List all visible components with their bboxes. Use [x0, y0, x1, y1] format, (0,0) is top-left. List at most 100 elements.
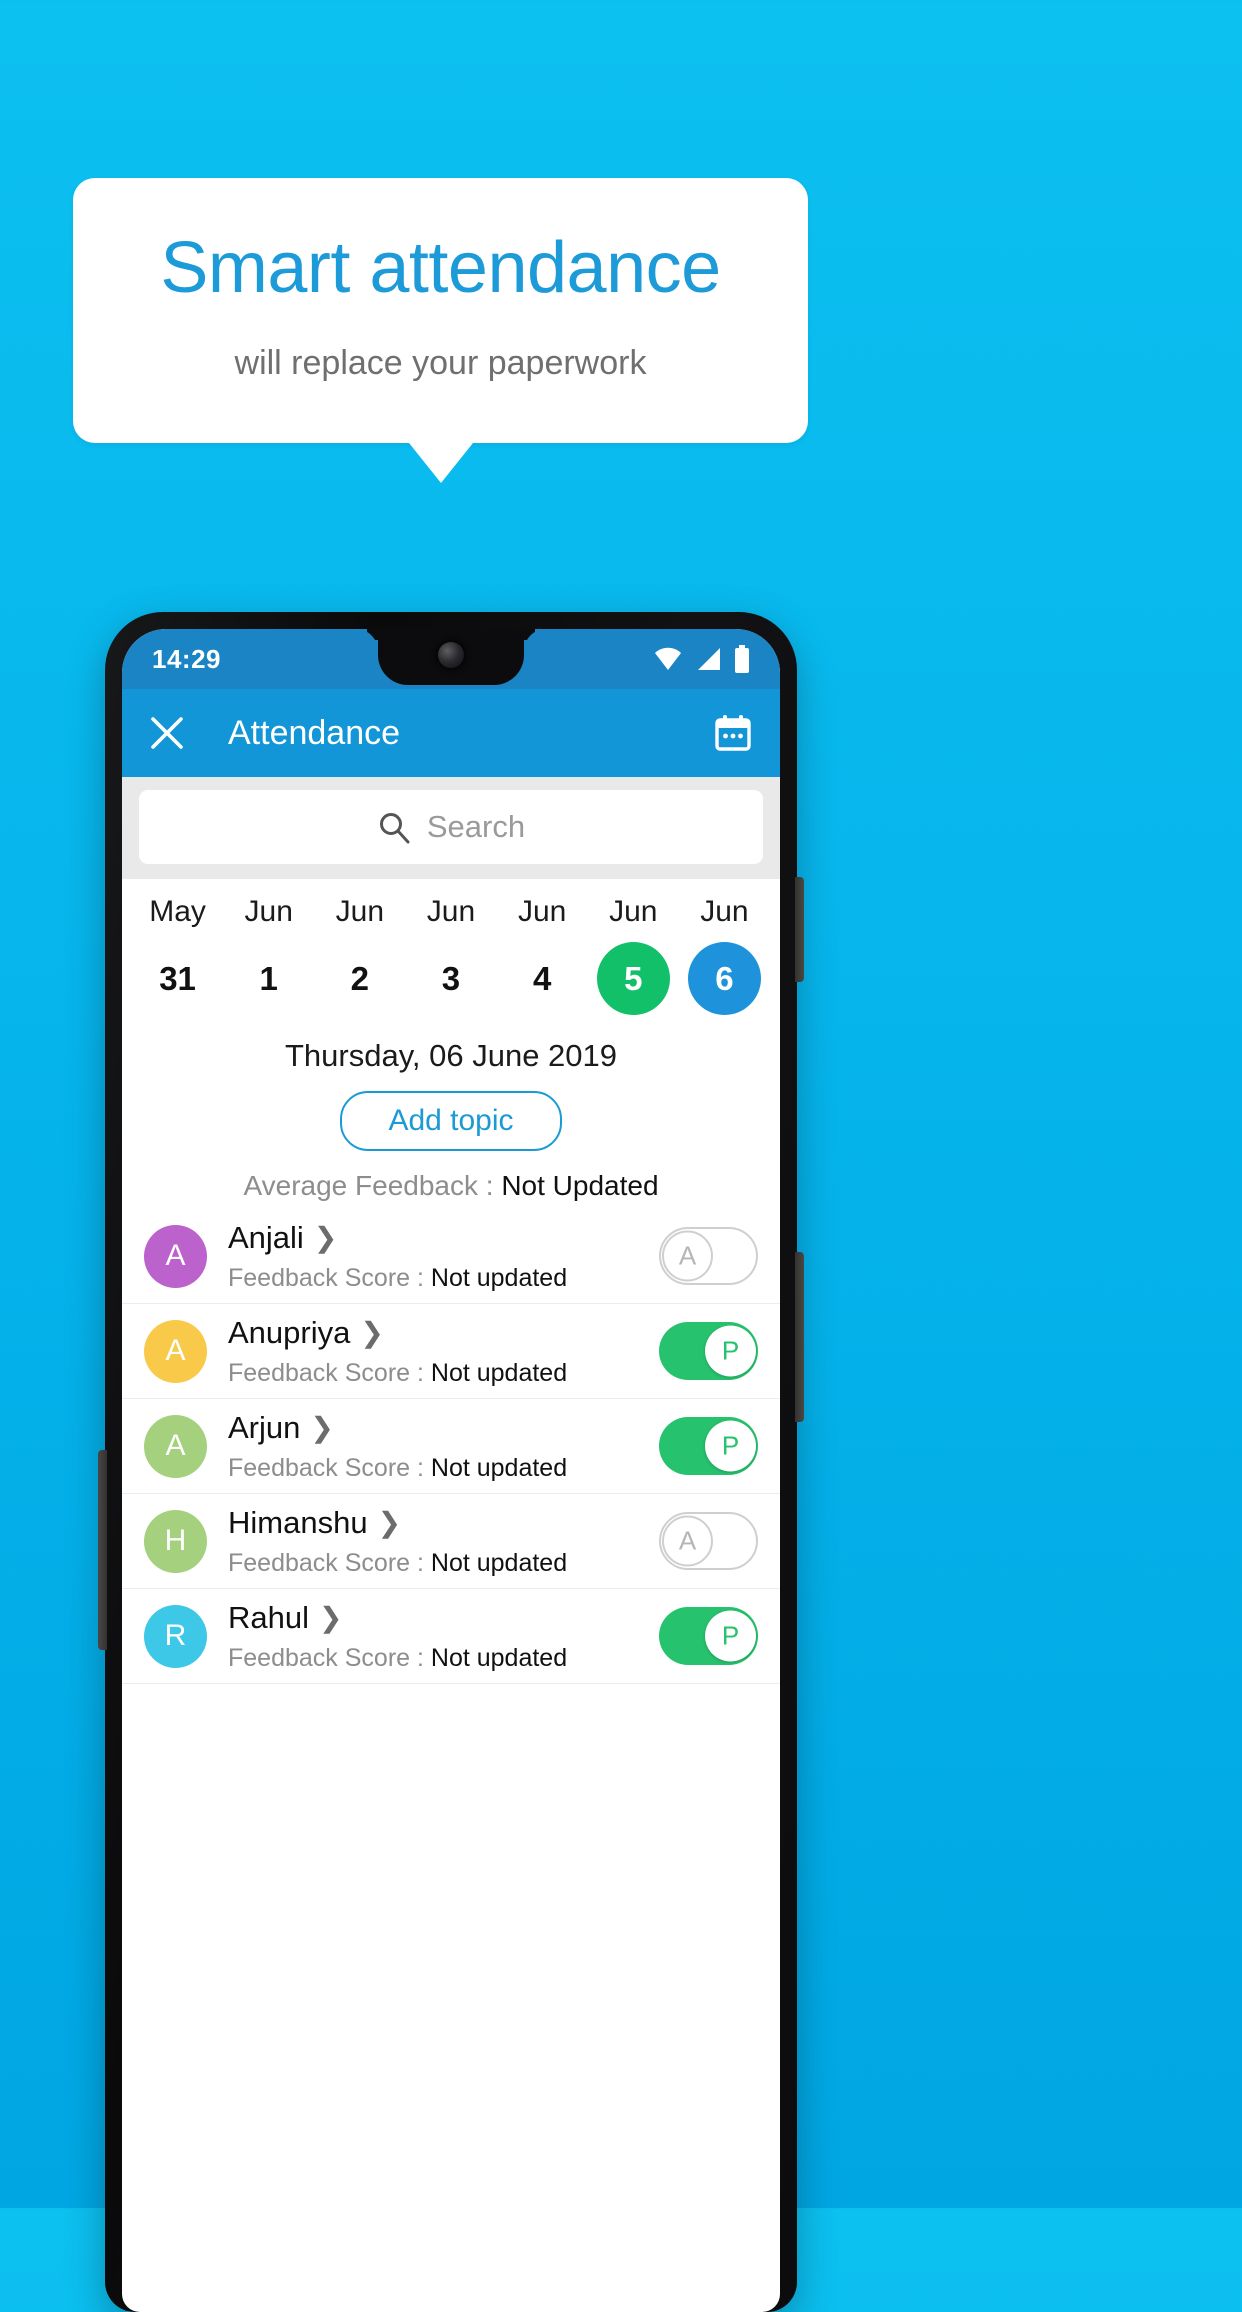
chevron-right-icon[interactable]: ❯: [314, 1223, 337, 1252]
student-name-row[interactable]: Rahul ❯: [228, 1600, 659, 1636]
search-input[interactable]: Search: [139, 790, 763, 864]
avatar: A: [144, 1224, 207, 1288]
battery-icon: [734, 645, 750, 673]
date-month: May: [149, 895, 206, 928]
feedback-value: Not updated: [430, 1453, 568, 1482]
average-feedback-value: Not Updated: [501, 1170, 659, 1201]
date-strip[interactable]: May 31 Jun 1 Jun 2 Jun 3 Jun 4 Jun 5 Jun…: [122, 879, 780, 1019]
close-icon[interactable]: [148, 714, 186, 752]
status-time: 14:29: [152, 643, 221, 674]
camera-notch: [378, 629, 524, 685]
date-month: Jun: [335, 895, 385, 928]
selected-date-label: Thursday, 06 June 2019: [284, 1038, 618, 1073]
status-icons: [653, 645, 750, 673]
chevron-right-icon[interactable]: ❯: [360, 1318, 383, 1347]
promo-title: Smart attendance: [160, 228, 721, 308]
volume-button[interactable]: [795, 1252, 804, 1422]
average-feedback: Average Feedback : Not Updated: [122, 1151, 780, 1209]
feedback-value: Not updated: [430, 1643, 568, 1672]
student-name: Himanshu: [228, 1504, 368, 1540]
status-bar: 14:29: [122, 629, 780, 689]
date-month: Jun: [426, 895, 476, 928]
student-feedback: Feedback Score : Not updated: [228, 1549, 659, 1578]
chevron-right-icon[interactable]: ❯: [310, 1413, 333, 1442]
attendance-toggle[interactable]: P: [659, 1417, 758, 1475]
student-feedback: Feedback Score : Not updated: [228, 1359, 659, 1388]
promo-subtitle: will replace your paperwork: [234, 343, 647, 382]
avatar: A: [144, 1319, 207, 1383]
table-row[interactable]: A Anjali ❯ Feedback Score : Not updated …: [122, 1209, 780, 1304]
table-row[interactable]: H Himanshu ❯ Feedback Score : Not update…: [122, 1494, 780, 1589]
signal-icon: [695, 646, 722, 672]
attendance-toggle-knob: A: [662, 1515, 713, 1567]
student-name-row[interactable]: Anupriya ❯: [228, 1315, 659, 1351]
date-cell-1[interactable]: Jun 1: [223, 895, 314, 1015]
student-name-row[interactable]: Anjali ❯: [228, 1220, 659, 1256]
date-cell-6[interactable]: Jun 6: [679, 895, 770, 1015]
search-icon: [377, 810, 411, 844]
attendance-toggle-knob: P: [705, 1610, 756, 1662]
phone-screen: 14:29 Attendance Search May 31 Jun 1 Jun…: [122, 629, 780, 2312]
student-name: Anupriya: [228, 1314, 351, 1350]
chevron-right-icon[interactable]: ❯: [319, 1603, 342, 1632]
app-bar: Attendance: [122, 689, 780, 777]
date-cell-5[interactable]: Jun 5: [588, 895, 679, 1015]
date-day: 31: [159, 960, 196, 997]
feedback-label: Feedback Score :: [228, 1548, 431, 1577]
date-cell-4[interactable]: Jun 4: [497, 895, 588, 1015]
student-feedback: Feedback Score : Not updated: [228, 1644, 659, 1673]
search-placeholder: Search: [426, 809, 526, 844]
student-info: Rahul ❯ Feedback Score : Not updated: [228, 1600, 659, 1673]
callout-tail: [408, 442, 473, 483]
date-cell-2[interactable]: Jun 2: [314, 895, 405, 1015]
attendance-toggle[interactable]: P: [659, 1322, 758, 1380]
table-row[interactable]: A Anupriya ❯ Feedback Score : Not update…: [122, 1304, 780, 1399]
date-cell-3[interactable]: Jun 3: [405, 895, 496, 1015]
student-list: A Anjali ❯ Feedback Score : Not updated …: [122, 1209, 780, 1684]
date-month: Jun: [244, 895, 293, 928]
student-name-row[interactable]: Arjun ❯: [228, 1410, 659, 1446]
date-day: 4: [532, 960, 552, 997]
student-name-row[interactable]: Himanshu ❯: [228, 1505, 659, 1541]
feedback-value: Not updated: [430, 1358, 568, 1387]
attendance-toggle-knob: P: [705, 1420, 756, 1472]
date-day-today: 5: [596, 942, 670, 1015]
table-row[interactable]: A Arjun ❯ Feedback Score : Not updated P: [122, 1399, 780, 1494]
search-zone: Search: [122, 777, 780, 879]
date-day: 1: [259, 960, 278, 997]
attendance-toggle[interactable]: P: [659, 1607, 758, 1665]
calendar-icon[interactable]: [712, 712, 754, 754]
feedback-label: Feedback Score :: [228, 1263, 431, 1292]
wifi-icon: [653, 646, 683, 672]
front-camera: [438, 642, 464, 668]
attendance-toggle-knob: P: [705, 1325, 756, 1377]
app-bar-title: Attendance: [228, 713, 401, 752]
attendance-toggle[interactable]: A: [659, 1512, 758, 1570]
chevron-right-icon[interactable]: ❯: [378, 1508, 401, 1537]
attendance-toggle[interactable]: A: [659, 1227, 758, 1285]
date-day: 3: [441, 960, 461, 997]
feedback-value: Not updated: [430, 1263, 568, 1292]
student-info: Himanshu ❯ Feedback Score : Not updated: [228, 1505, 659, 1578]
date-cell-0[interactable]: May 31: [132, 895, 223, 1015]
side-button-left[interactable]: [98, 1450, 107, 1650]
add-topic-button[interactable]: Add topic: [340, 1091, 562, 1151]
power-button[interactable]: [795, 877, 804, 982]
date-day-selected: 6: [687, 942, 761, 1015]
feedback-label: Feedback Score :: [228, 1643, 431, 1672]
promo-callout: Smart attendance will replace your paper…: [73, 178, 808, 483]
student-info: Arjun ❯ Feedback Score : Not updated: [228, 1410, 659, 1483]
student-info: Anupriya ❯ Feedback Score : Not updated: [228, 1315, 659, 1388]
promo-card: Smart attendance will replace your paper…: [73, 178, 808, 443]
add-topic-wrap: Add topic: [122, 1074, 780, 1151]
date-month: Jun: [609, 895, 658, 928]
table-row[interactable]: R Rahul ❯ Feedback Score : Not updated P: [122, 1589, 780, 1684]
date-month: Jun: [700, 895, 749, 928]
average-feedback-label: Average Feedback :: [243, 1170, 502, 1201]
avatar: R: [144, 1604, 207, 1668]
student-name: Arjun: [228, 1409, 301, 1445]
phone-mockup: 14:29 Attendance Search May 31 Jun 1 Jun…: [98, 612, 804, 2312]
avatar: A: [144, 1414, 207, 1478]
feedback-label: Feedback Score :: [228, 1358, 431, 1387]
student-name: Anjali: [228, 1219, 304, 1255]
